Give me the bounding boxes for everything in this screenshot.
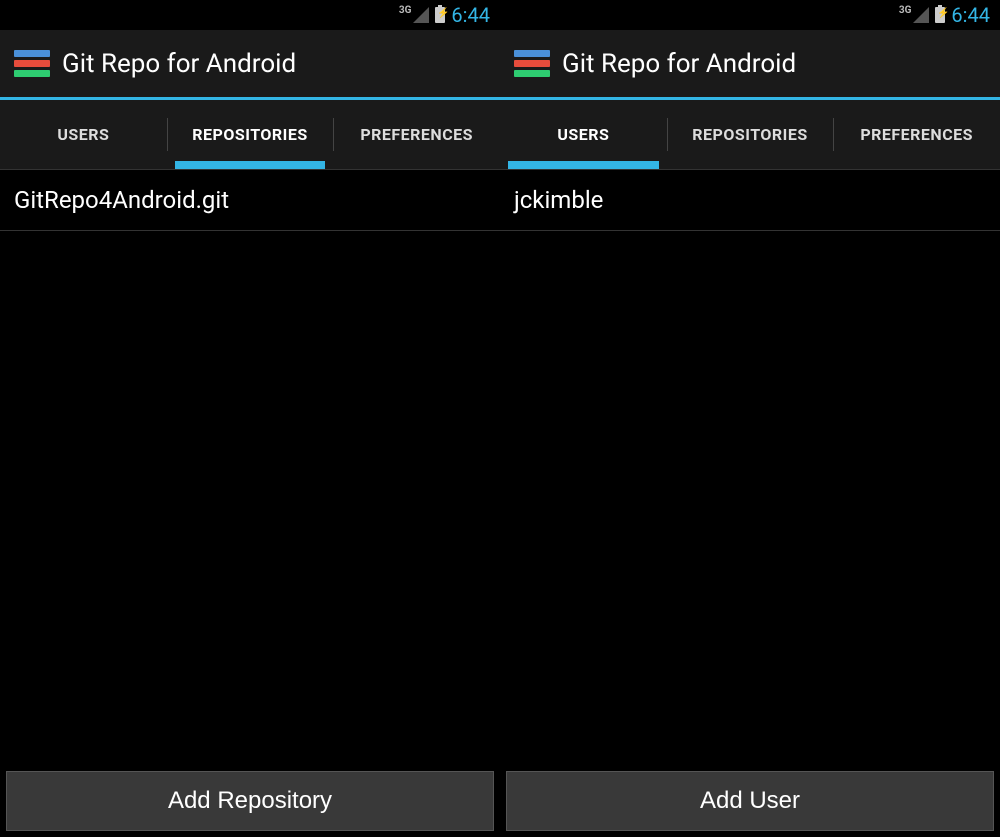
tab-bar: USERS REPOSITORIES PREFERENCES bbox=[0, 100, 500, 170]
tab-repositories[interactable]: REPOSITORIES bbox=[167, 100, 334, 169]
screen-left: 3G ⚡ 6:44 Git Repo for Android USERS REP… bbox=[0, 0, 500, 837]
tab-preferences[interactable]: PREFERENCES bbox=[833, 100, 1000, 169]
tab-label: PREFERENCES bbox=[860, 125, 973, 144]
tab-label: USERS bbox=[557, 125, 609, 144]
bottom-bar: Add Repository bbox=[0, 765, 500, 837]
bottom-bar: Add User bbox=[500, 765, 1000, 837]
tab-label: REPOSITORIES bbox=[192, 125, 307, 144]
tab-label: USERS bbox=[57, 125, 109, 144]
app-header: Git Repo for Android bbox=[500, 30, 1000, 100]
content-area: jckimble bbox=[500, 170, 1000, 765]
add-repository-button[interactable]: Add Repository bbox=[6, 771, 494, 831]
signal-icon bbox=[413, 7, 429, 23]
app-icon bbox=[514, 46, 550, 82]
tab-bar: USERS REPOSITORIES PREFERENCES bbox=[500, 100, 1000, 170]
list-item[interactable]: jckimble bbox=[500, 170, 1000, 231]
tab-label: REPOSITORIES bbox=[692, 125, 807, 144]
app-title: Git Repo for Android bbox=[62, 49, 296, 79]
network-label: 3G bbox=[899, 5, 912, 16]
tab-repositories[interactable]: REPOSITORIES bbox=[667, 100, 834, 169]
tab-preferences[interactable]: PREFERENCES bbox=[333, 100, 500, 169]
add-user-button[interactable]: Add User bbox=[506, 771, 994, 831]
content-area: GitRepo4Android.git bbox=[0, 170, 500, 765]
status-bar: 3G ⚡ 6:44 bbox=[500, 0, 1000, 30]
clock: 6:44 bbox=[451, 3, 490, 27]
network-label: 3G bbox=[399, 5, 412, 16]
screen-right: 3G ⚡ 6:44 Git Repo for Android USERS REP… bbox=[500, 0, 1000, 837]
app-header: Git Repo for Android bbox=[0, 30, 500, 100]
tab-label: PREFERENCES bbox=[360, 125, 473, 144]
signal-icon bbox=[913, 7, 929, 23]
battery-icon: ⚡ bbox=[935, 7, 945, 23]
list-item-label: jckimble bbox=[514, 186, 603, 214]
app-icon bbox=[14, 46, 50, 82]
clock: 6:44 bbox=[951, 3, 990, 27]
list-item-label: GitRepo4Android.git bbox=[14, 186, 229, 214]
tab-users[interactable]: USERS bbox=[500, 100, 667, 169]
list-item[interactable]: GitRepo4Android.git bbox=[0, 170, 500, 231]
app-title: Git Repo for Android bbox=[562, 49, 796, 79]
status-bar: 3G ⚡ 6:44 bbox=[0, 0, 500, 30]
battery-icon: ⚡ bbox=[435, 7, 445, 23]
tab-users[interactable]: USERS bbox=[0, 100, 167, 169]
